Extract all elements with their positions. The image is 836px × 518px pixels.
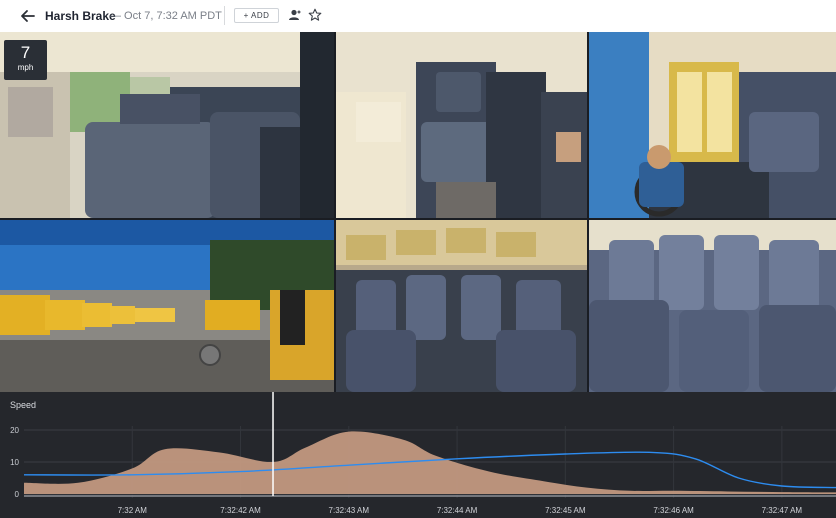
header-bar: Harsh Brake — Oct 7, 7:32 AM PDT + ADD bbox=[0, 0, 836, 32]
camera-view-4[interactable] bbox=[0, 220, 334, 392]
speed-overlay: 7 mph bbox=[4, 40, 47, 80]
camera-view-5[interactable] bbox=[336, 220, 587, 392]
camera-view-2[interactable] bbox=[336, 32, 587, 218]
y-tick-label: 20 bbox=[10, 426, 19, 435]
camera-grid: 7 mph bbox=[0, 32, 836, 392]
y-tick-label: 0 bbox=[15, 490, 20, 499]
speed-unit: mph bbox=[17, 63, 34, 72]
speed-chart-panel[interactable]: Speed 20 10 0 7:32 AM 7:32:42 AM 7:32:43 AM 7:… bbox=[0, 392, 836, 518]
speed-area-series bbox=[24, 431, 836, 494]
x-tick-label: 7:32:44 AM bbox=[437, 506, 478, 515]
speed-chart[interactable]: 20 10 0 7:32 AM 7:32:42 AM 7:32:43 AM 7:32:44 … bbox=[0, 392, 836, 518]
speed-value: 7 bbox=[20, 43, 31, 62]
x-tick-label: 7:32:47 AM bbox=[762, 506, 803, 515]
header-divider bbox=[224, 6, 225, 25]
camera-view-1[interactable] bbox=[0, 32, 334, 218]
star-icon[interactable] bbox=[308, 8, 322, 22]
x-tick-label: 7:32:43 AM bbox=[329, 506, 370, 515]
add-button[interactable]: + ADD bbox=[234, 8, 279, 23]
x-tick-label: 7:32:45 AM bbox=[545, 506, 586, 515]
y-tick-label: 10 bbox=[10, 458, 19, 467]
assign-user-icon[interactable] bbox=[287, 8, 301, 22]
x-tick-label: 7:32:42 AM bbox=[220, 506, 261, 515]
x-tick-label: 7:32 AM bbox=[118, 506, 148, 515]
camera-view-3[interactable] bbox=[589, 32, 836, 218]
camera-view-6[interactable] bbox=[589, 220, 836, 392]
back-arrow-icon[interactable] bbox=[19, 7, 37, 25]
x-tick-label: 7:32:46 AM bbox=[653, 506, 694, 515]
event-timestamp: — Oct 7, 7:32 AM PDT bbox=[110, 10, 222, 22]
event-title: Harsh Brake bbox=[45, 9, 116, 23]
